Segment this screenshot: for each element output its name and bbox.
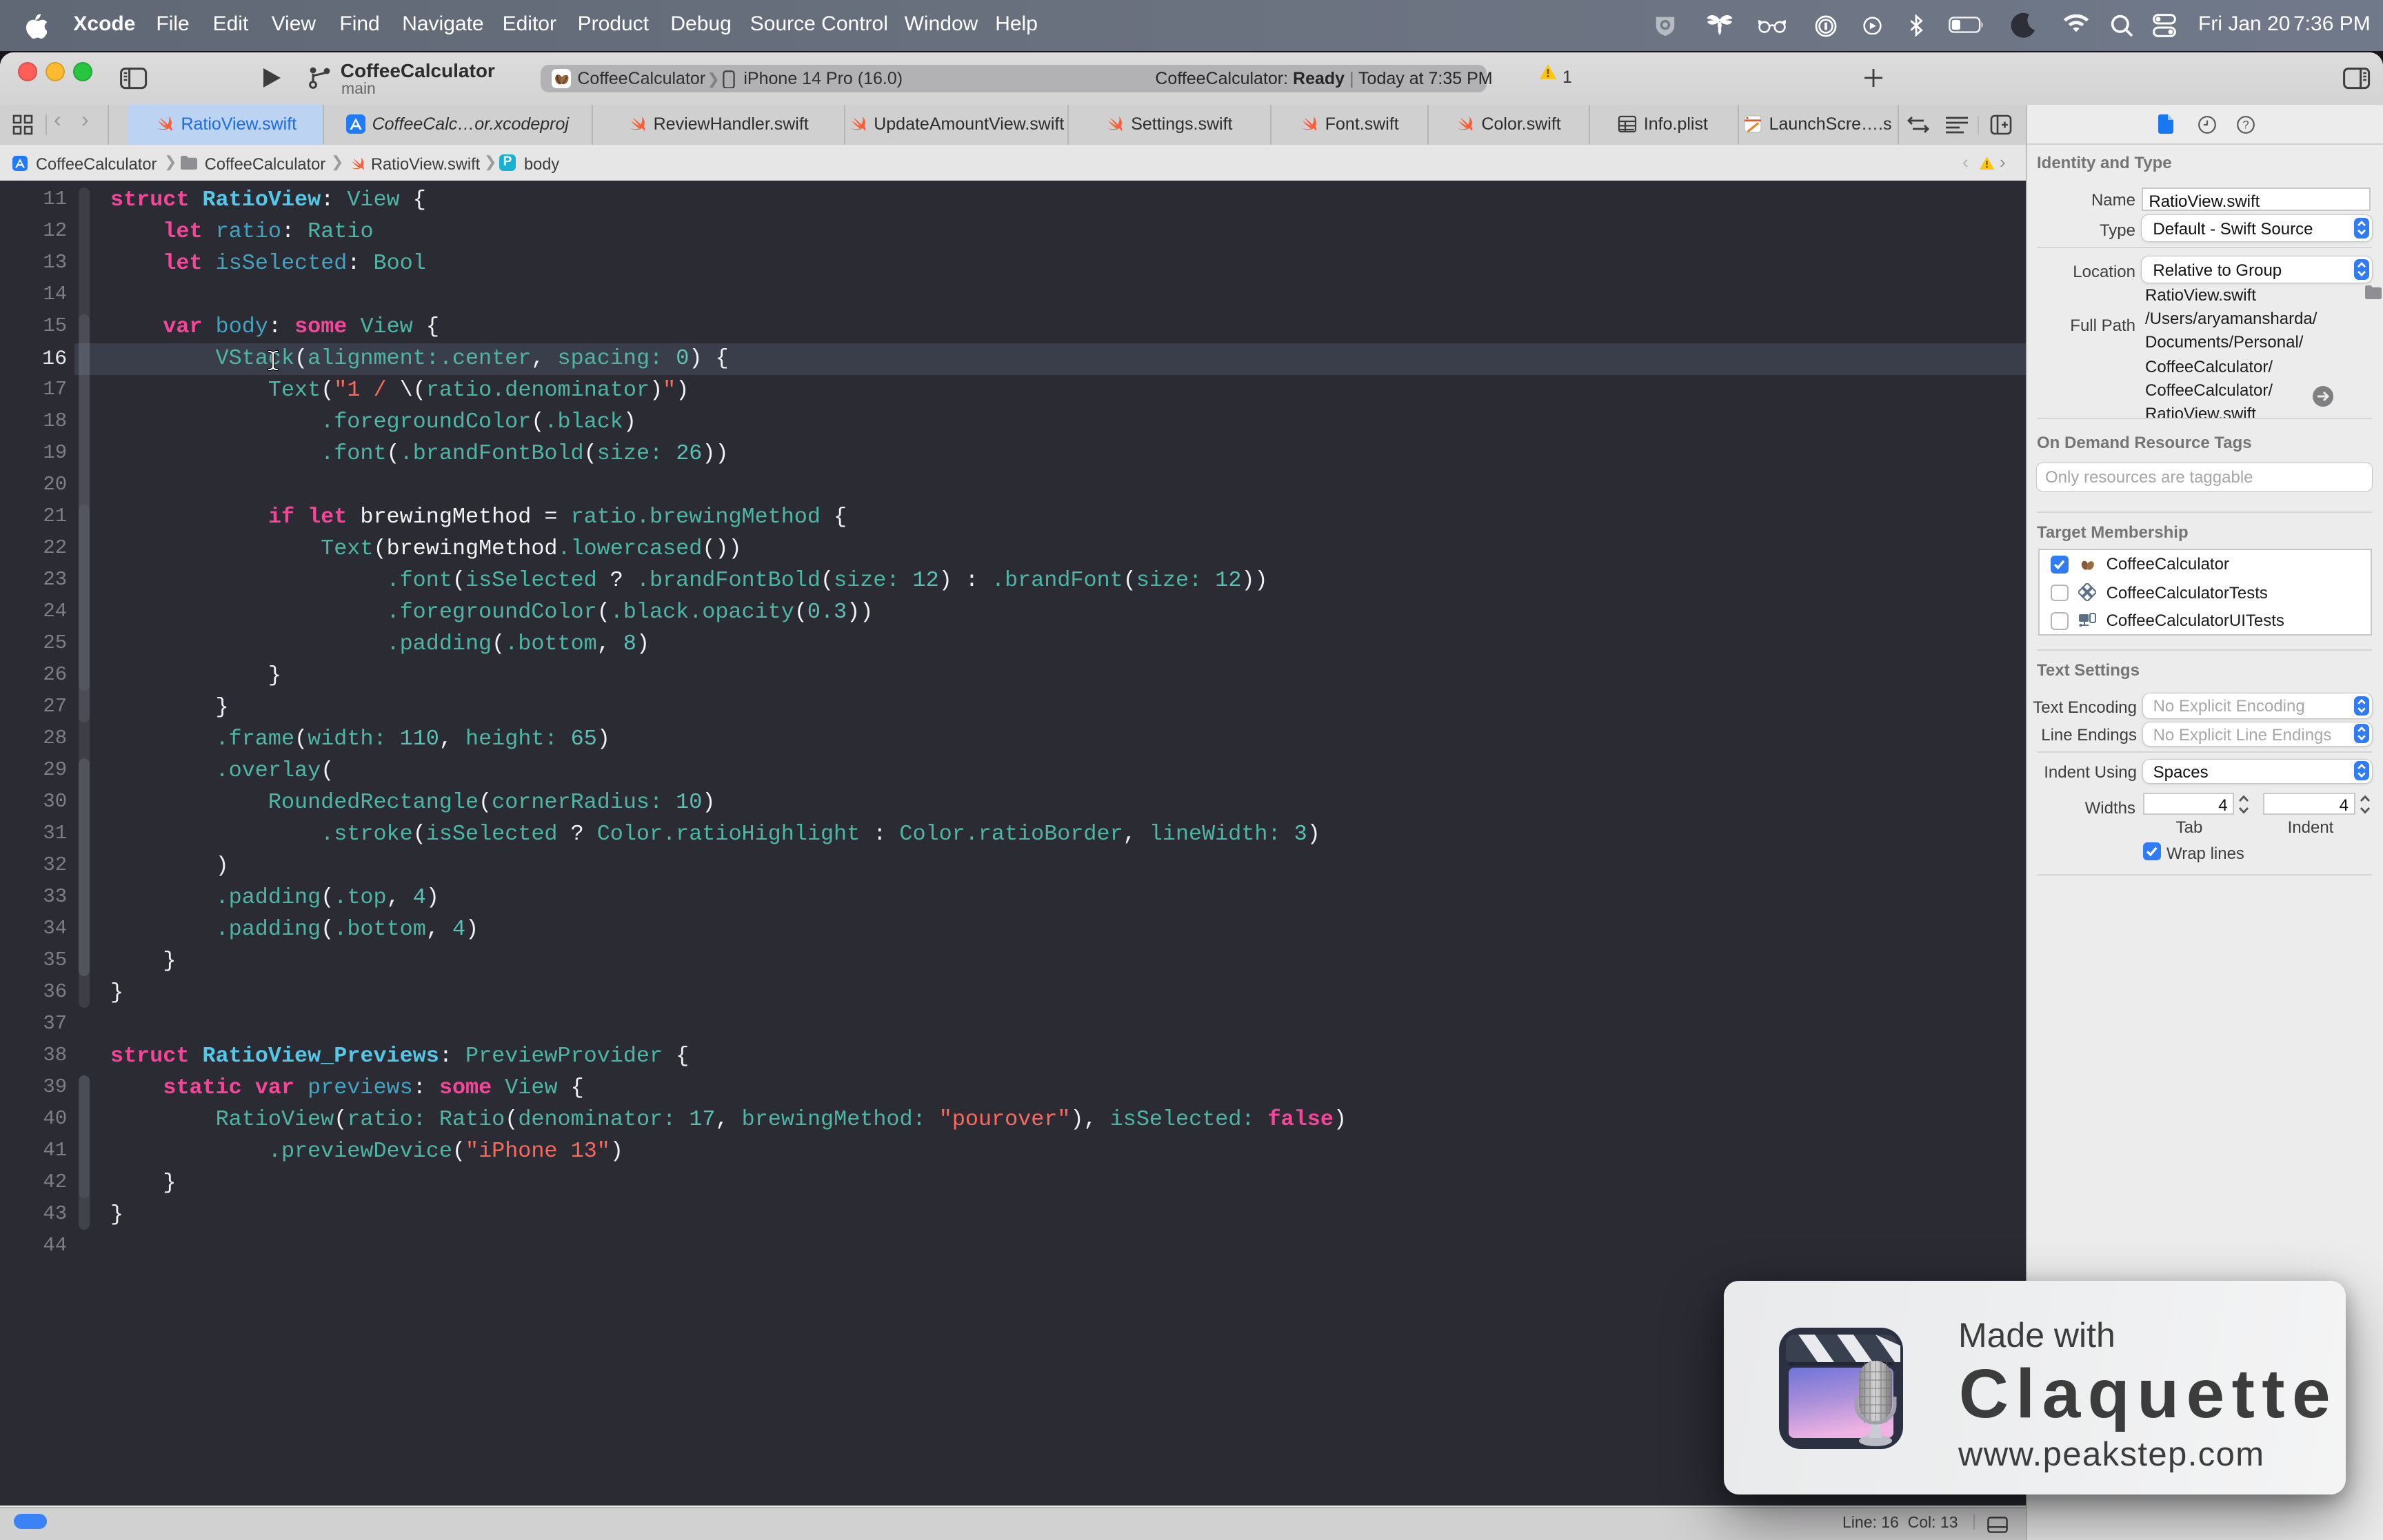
svg-text:?: ? [2242, 118, 2248, 131]
